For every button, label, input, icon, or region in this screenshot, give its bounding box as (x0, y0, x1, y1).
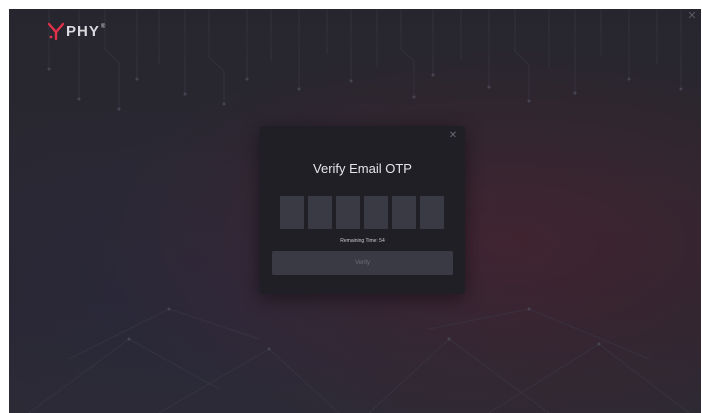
otp-digit-6[interactable] (420, 196, 444, 229)
otp-digit-2[interactable] (308, 196, 332, 229)
app-logo: PHY ® (47, 21, 105, 41)
logo-trademark: ® (100, 24, 106, 30)
app-window: PHY ® ✕ ✕ Verify Email OTP Remaining Tim… (9, 9, 701, 413)
otp-digit-3[interactable] (336, 196, 360, 229)
otp-digit-4[interactable] (364, 196, 388, 229)
window-close-icon[interactable]: ✕ (685, 9, 699, 23)
otp-dialog: ✕ Verify Email OTP Remaining Time: 54 Ve… (260, 126, 465, 294)
logo-text: PHY (66, 22, 100, 40)
otp-digit-5[interactable] (392, 196, 416, 229)
dialog-title: Verify Email OTP (313, 161, 412, 176)
logo-mark-icon (47, 22, 65, 41)
otp-input-group (280, 196, 446, 229)
remaining-time-text: Remaining Time: 54 (340, 238, 385, 244)
verify-button[interactable]: Verify (272, 251, 453, 275)
otp-digit-1[interactable] (280, 196, 304, 229)
close-icon[interactable]: ✕ (447, 130, 459, 142)
